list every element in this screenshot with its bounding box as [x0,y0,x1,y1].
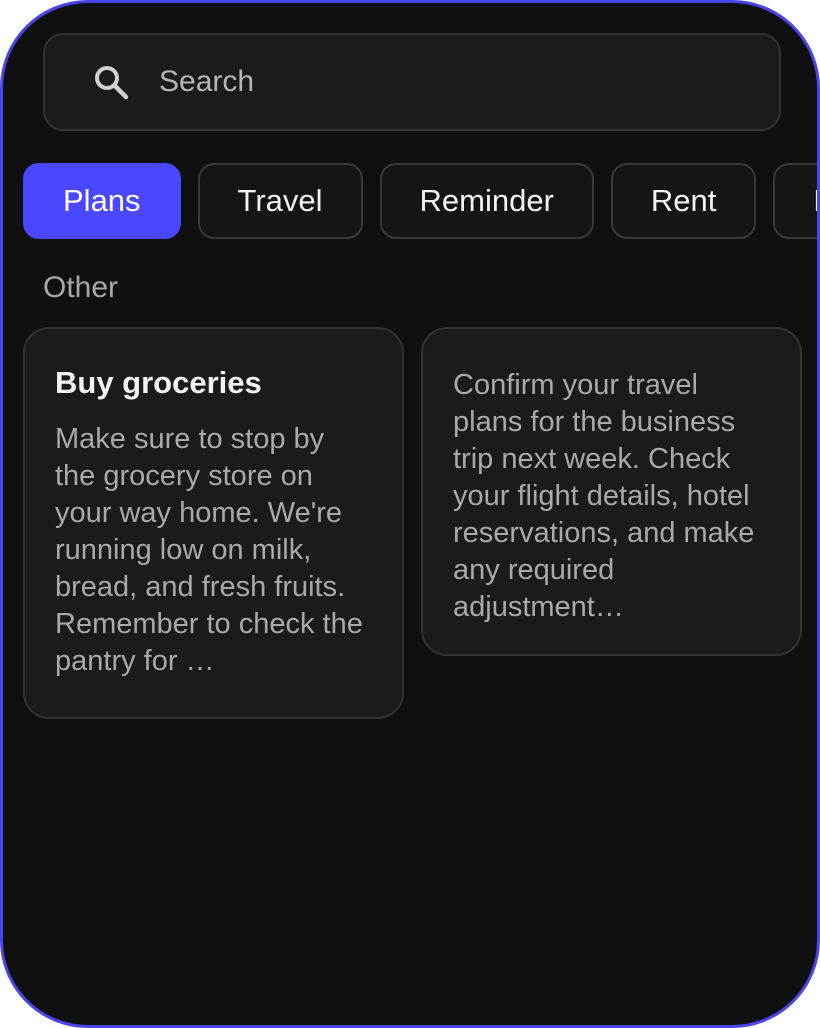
search-bar[interactable] [43,33,781,131]
note-card[interactable]: Buy groceries Make sure to stop by the g… [23,327,404,719]
chip-partial[interactable]: M [773,163,817,239]
chip-plans[interactable]: Plans [23,163,181,239]
section-label: Other [43,271,119,304]
chip-rent[interactable]: Rent [610,163,757,239]
chip-travel[interactable]: Travel [197,163,363,239]
category-chips: Plans Travel Reminder Rent M [23,163,817,239]
note-title: Buy groceries [55,365,262,400]
app-screen: Plans Travel Reminder Rent M Other Buy g… [0,0,820,1028]
note-body: Confirm your travel plans for the busine… [453,369,755,623]
search-input[interactable] [159,52,779,112]
chip-reminder[interactable]: Reminder [379,163,594,239]
note-card[interactable]: Confirm your travel plans for the busine… [421,327,802,656]
note-body: Make sure to stop by the grocery store o… [55,423,363,677]
search-icon [91,62,131,102]
